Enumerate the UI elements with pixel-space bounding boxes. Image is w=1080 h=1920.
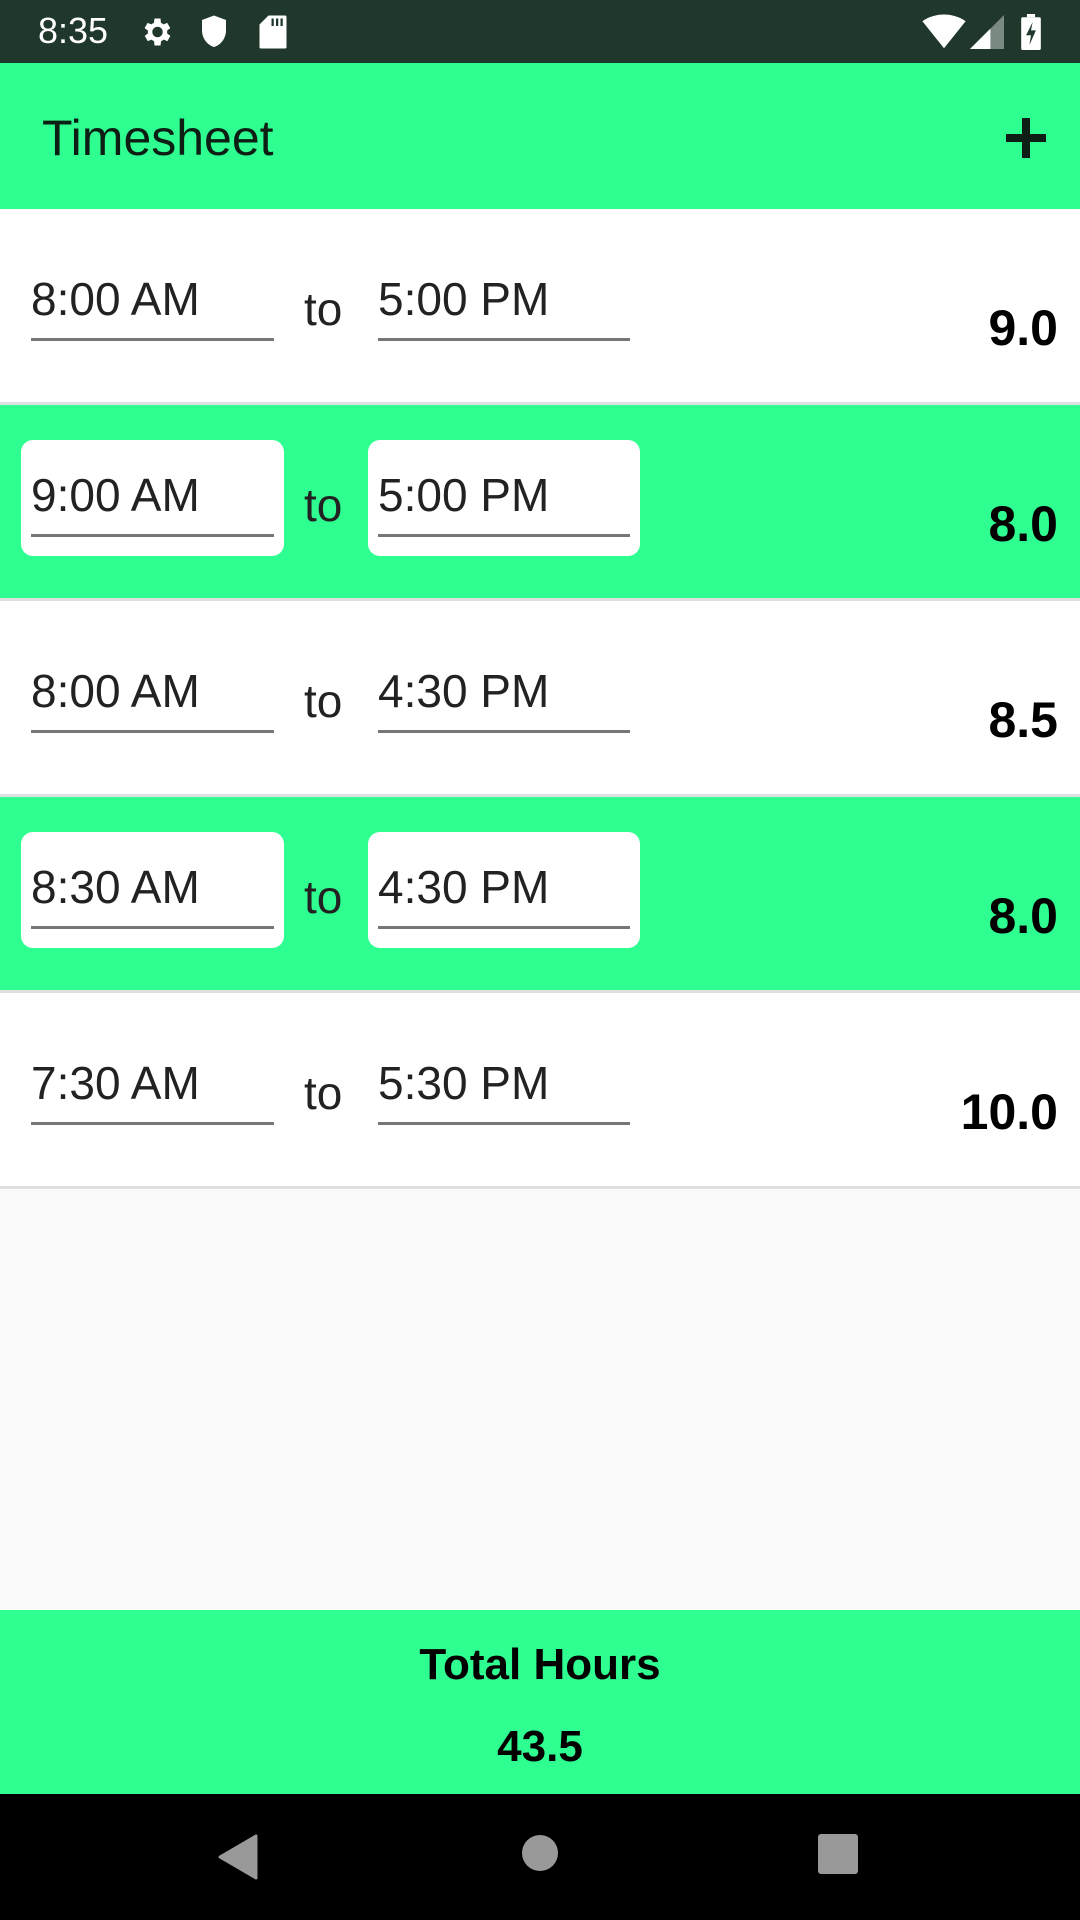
status-time: 8:35 <box>38 10 109 51</box>
end-time-field[interactable]: 5:30 PM <box>368 1028 640 1144</box>
add-entry-button[interactable] <box>1006 99 1046 169</box>
start-time-field[interactable]: 8:00 AM <box>21 244 284 360</box>
start-time-field[interactable]: 9:00 AM <box>21 440 284 556</box>
timesheet-row: 8:30 AM to 4:30 PM 8.0 <box>0 797 1080 993</box>
app-bar: Timesheet <box>0 63 1080 209</box>
to-label: to <box>304 283 343 335</box>
battery-charging-icon <box>1020 14 1042 55</box>
timesheet-row: 8:00 AM to 5:00 PM 9.0 <box>0 209 1080 405</box>
start-time-value: 9:00 AM <box>31 469 200 521</box>
total-hours-label: Total Hours <box>419 1640 661 1689</box>
page-title: Timesheet <box>42 110 274 166</box>
signal-icon <box>970 14 1004 55</box>
row-hours: 8.0 <box>988 496 1058 552</box>
recents-square-icon <box>818 1834 858 1874</box>
recents-button[interactable] <box>818 1834 858 1879</box>
sd-card-icon <box>258 14 288 55</box>
plus-icon <box>1006 118 1046 158</box>
timesheet-row: 9:00 AM to 5:00 PM 8.0 <box>0 405 1080 601</box>
to-label: to <box>304 479 343 531</box>
home-button[interactable] <box>521 1834 559 1877</box>
gear-icon <box>138 14 174 55</box>
field-underline <box>378 338 630 341</box>
start-time-value: 7:30 AM <box>31 1057 200 1109</box>
start-time-value: 8:00 AM <box>31 665 200 717</box>
to-label: to <box>304 1067 343 1119</box>
end-time-value: 4:30 PM <box>378 665 550 717</box>
navigation-bar <box>0 1794 1080 1920</box>
row-hours: 8.5 <box>988 692 1058 748</box>
timesheet-list: 8:00 AM to 5:00 PM 9.0 9:00 AM to 5:00 P… <box>0 209 1080 1189</box>
end-time-value: 5:00 PM <box>378 469 550 521</box>
field-underline <box>378 730 630 733</box>
field-underline <box>31 1122 274 1125</box>
status-bar: 8:35 <box>0 0 1080 63</box>
end-time-value: 4:30 PM <box>378 861 550 913</box>
row-hours: 8.0 <box>988 888 1058 944</box>
field-underline <box>31 926 274 929</box>
row-hours: 9.0 <box>988 300 1058 356</box>
timesheet-row: 8:00 AM to 4:30 PM 8.5 <box>0 601 1080 797</box>
total-hours-value: 43.5 <box>497 1722 583 1771</box>
field-underline <box>378 534 630 537</box>
back-triangle-icon <box>218 1834 258 1880</box>
end-time-value: 5:00 PM <box>378 273 550 325</box>
field-underline <box>31 730 274 733</box>
end-time-field[interactable]: 5:00 PM <box>368 440 640 556</box>
back-button[interactable] <box>218 1834 258 1885</box>
start-time-field[interactable]: 7:30 AM <box>21 1028 284 1144</box>
end-time-value: 5:30 PM <box>378 1057 550 1109</box>
end-time-field[interactable]: 4:30 PM <box>368 832 640 948</box>
to-label: to <box>304 675 343 727</box>
field-underline <box>31 338 274 341</box>
start-time-field[interactable]: 8:30 AM <box>21 832 284 948</box>
start-time-field[interactable]: 8:00 AM <box>21 636 284 752</box>
wifi-icon <box>922 14 966 55</box>
timesheet-row: 7:30 AM to 5:30 PM 10.0 <box>0 993 1080 1189</box>
field-underline <box>31 534 274 537</box>
shield-icon <box>198 14 230 55</box>
end-time-field[interactable]: 4:30 PM <box>368 636 640 752</box>
home-circle-icon <box>522 1835 558 1871</box>
end-time-field[interactable]: 5:00 PM <box>368 244 640 360</box>
field-underline <box>378 926 630 929</box>
row-hours: 10.0 <box>960 1084 1058 1140</box>
to-label: to <box>304 871 343 923</box>
field-underline <box>378 1122 630 1125</box>
total-hours-panel: Total Hours 43.5 <box>0 1610 1080 1794</box>
start-time-value: 8:00 AM <box>31 273 200 325</box>
start-time-value: 8:30 AM <box>31 861 200 913</box>
